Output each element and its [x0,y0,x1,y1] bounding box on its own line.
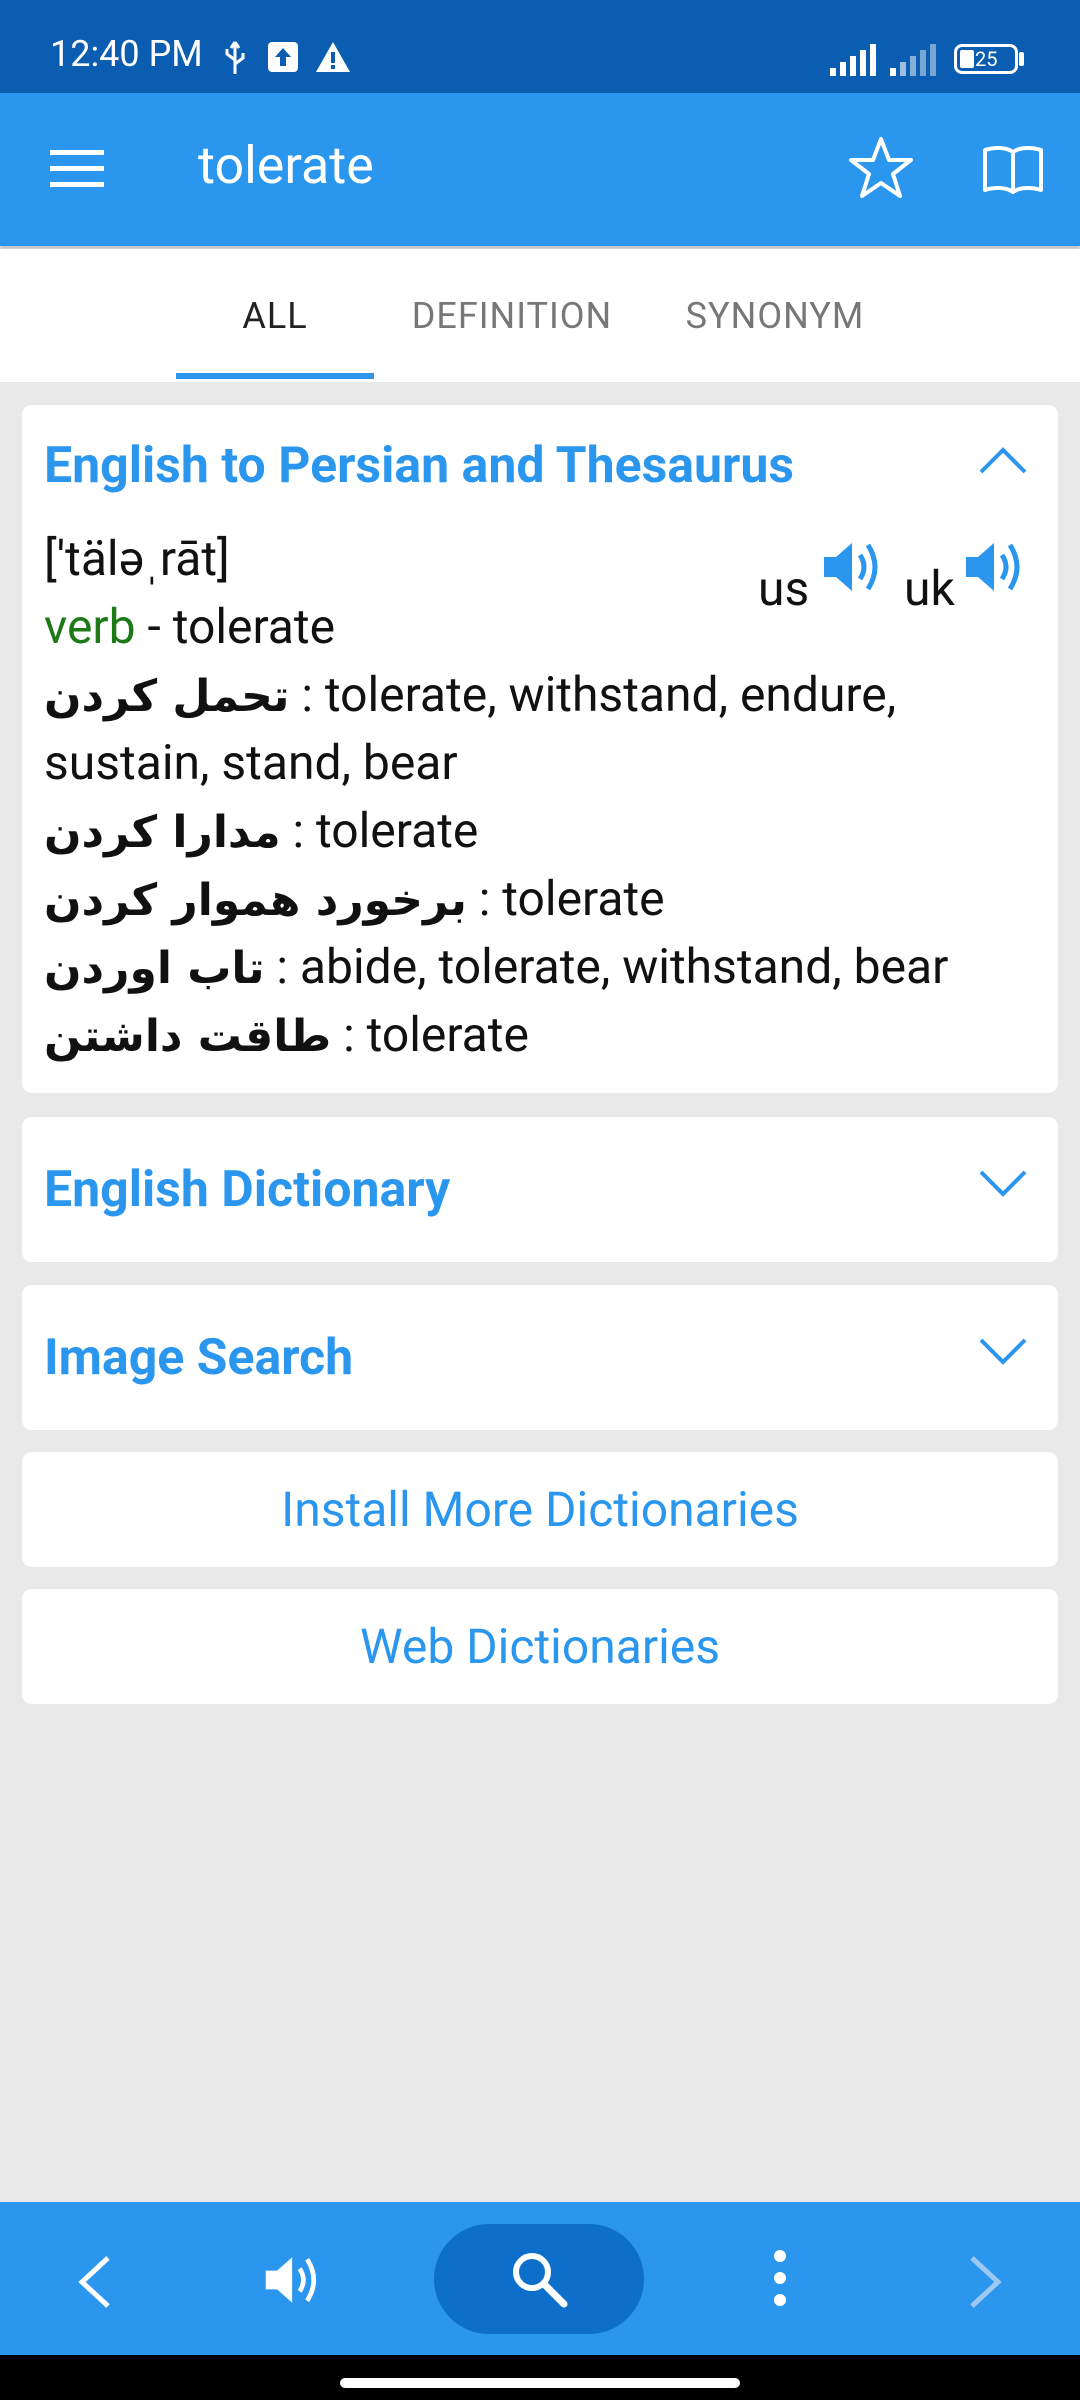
search-term-title[interactable]: tolerate [198,140,374,192]
speaker-icon[interactable] [262,2248,326,2312]
active-tab-indicator [176,373,374,379]
english-equivalents: : abide, tolerate, withstand, bear [264,938,949,995]
translation-line: مدارا کردن : tolerate [44,807,478,855]
usb-icon [225,41,245,74]
chevron-down-icon[interactable] [978,1337,1028,1367]
tab-all[interactable]: ALL [176,249,374,382]
search-button[interactable] [434,2224,644,2334]
upload-icon [268,42,298,72]
card-title[interactable]: English to Persian and Thesaurus [44,441,794,491]
signal-icon-2 [890,44,936,76]
persian-term: تحمل کردن [44,671,290,722]
status-bar: 12:40 PM 25 [0,0,1080,93]
english-equivalents: : tolerate [466,870,665,927]
headword-line: verb - tolerate [44,603,335,651]
part-of-speech: verb [44,598,136,655]
tab-definition[interactable]: DEFINITION [392,249,632,382]
forward-arrow-icon[interactable] [966,2254,1006,2310]
chevron-up-icon[interactable] [978,445,1028,475]
search-icon [513,2253,568,2308]
install-more-dictionaries-button[interactable]: Install More Dictionaries [22,1452,1058,1567]
menu-icon[interactable] [50,148,104,188]
persian-term: مدارا کردن [44,807,281,858]
english-dictionary-card[interactable]: English Dictionary [22,1117,1058,1262]
pronunciation: ['täləˌrāt] [44,530,230,587]
star-icon[interactable] [848,136,914,200]
english-equivalents: : tolerate, withstand, endure, [289,666,897,723]
app-bar [0,93,1080,246]
back-arrow-icon[interactable] [74,2254,114,2310]
translation-line: طاقت داشتن : tolerate [44,1011,529,1059]
book-icon[interactable] [982,144,1044,194]
battery-level: 25 [975,47,998,71]
speaker-uk-icon[interactable] [962,535,1030,599]
chevron-down-icon[interactable] [978,1169,1028,1199]
translation-line: برخورد هموار کردن : tolerate [44,875,665,923]
bottom-toolbar [0,2202,1080,2355]
web-dictionaries-label: Web Dictionaries [360,1618,720,1675]
card-title[interactable]: English Dictionary [44,1165,450,1215]
tab-bar: ALL DEFINITION SYNONYM [0,249,1080,382]
tab-synonym[interactable]: SYNONYM [660,249,890,382]
persian-term: تاب اوردن [44,943,265,994]
persian-thesaurus-card: English to Persian and Thesaurus ['täləˌ… [22,405,1058,1093]
more-options-icon[interactable] [772,2248,788,2308]
translation-line: تاب اوردن : abide, tolerate, withstand, … [44,943,948,991]
us-label: us [758,560,810,617]
headword: - tolerate [135,598,336,655]
speaker-us-icon[interactable] [820,535,888,599]
english-equivalents: : tolerate [280,802,479,859]
signal-icon [830,44,876,76]
status-time: 12:40 PM [50,33,203,75]
image-search-card[interactable]: Image Search [22,1285,1058,1430]
translation-line-continued: sustain, stand, bear [44,734,458,791]
english-equivalents: : tolerate [331,1006,529,1063]
persian-term: برخورد هموار کردن [44,875,467,926]
warning-icon [316,42,350,72]
uk-label: uk [904,560,955,617]
card-title[interactable]: Image Search [44,1333,353,1383]
web-dictionaries-button[interactable]: Web Dictionaries [22,1589,1058,1704]
home-indicator[interactable] [340,2378,740,2388]
battery-icon: 25 [954,44,1018,74]
install-more-label: Install More Dictionaries [281,1481,799,1538]
persian-term: طاقت داشتن [44,1011,332,1062]
translation-line: تحمل کردن : tolerate, withstand, endure, [44,671,896,719]
